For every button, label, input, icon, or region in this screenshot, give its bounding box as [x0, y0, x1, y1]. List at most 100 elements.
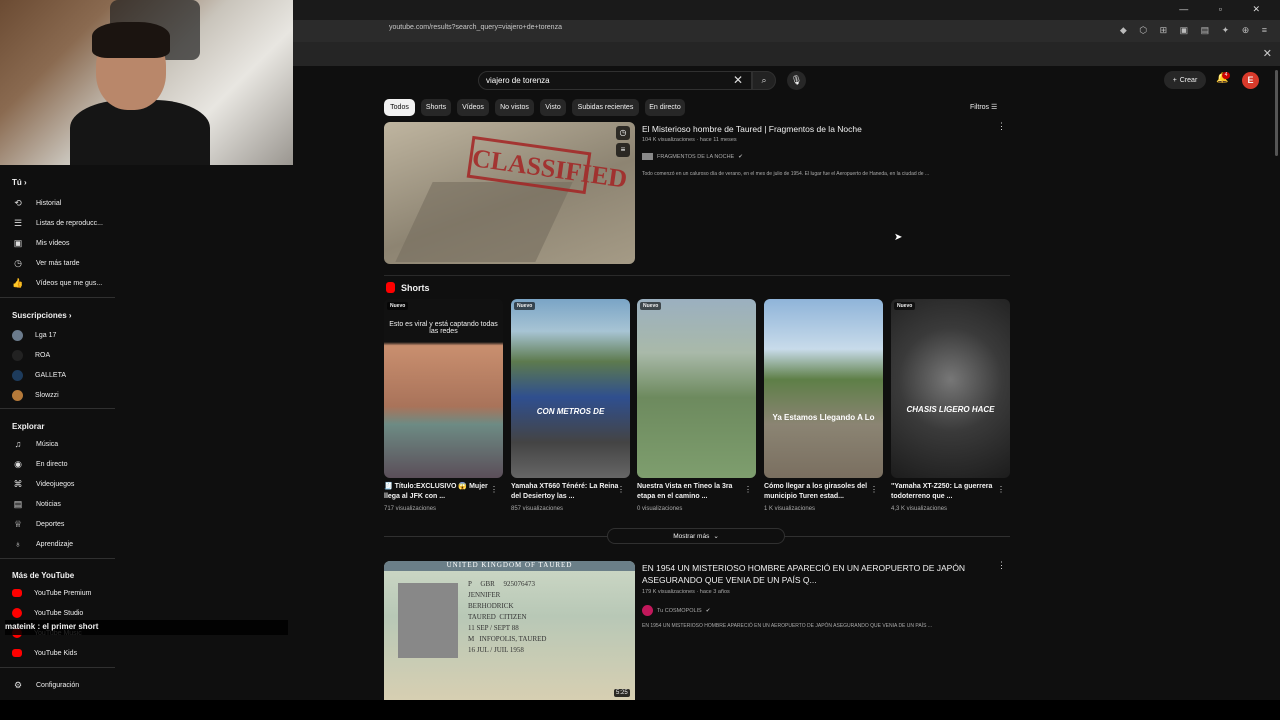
more-options-icon[interactable]: ⋮ [617, 485, 625, 494]
more-options-icon[interactable]: ⋮ [997, 560, 1006, 571]
sidebar-item-sports[interactable]: ♕ Deportes [12, 516, 112, 532]
search-input-value[interactable]: viajero de torenza [486, 76, 550, 85]
mouse-cursor: ➤ [894, 232, 903, 243]
video-thumbnail[interactable]: UNITED KINGDOM OF TAURED P GBR 925076473… [384, 561, 635, 700]
channel-avatar [642, 153, 653, 160]
search-button[interactable]: ⌕ [752, 71, 776, 90]
short-thumbnail[interactable]: Nuevo [637, 299, 756, 478]
youtube-premium-icon [12, 589, 22, 597]
url-text[interactable]: youtube.com/results?search_query=viajero… [389, 24, 562, 31]
channel-avatar [12, 389, 23, 401]
short-thumbnail[interactable]: Nuevo CON METROS DE [511, 299, 630, 478]
chip-watched[interactable]: Visto [540, 99, 566, 116]
shorts-header: Shorts [386, 282, 430, 293]
sidebar-item-playlists[interactable]: ☰ Listas de reproducc... [12, 215, 112, 231]
short-views: 0 visualizaciones [637, 506, 683, 512]
video-description: EN 1954 UN MISTERIOSO HOMBRE APARECIÓ EN… [642, 623, 932, 629]
music-icon: ♫ [14, 439, 22, 449]
short-title[interactable]: Nuestra Vista en Tineo la 3ra etapa en e… [637, 482, 745, 501]
short-views: 1 K visualizaciones [764, 506, 816, 512]
chip-live[interactable]: En directo [645, 99, 685, 116]
scrollbar[interactable] [1273, 66, 1280, 700]
chip-unwatched[interactable]: No vistos [495, 99, 534, 116]
video-title[interactable]: El Misterioso hombre de Taured | Fragmen… [642, 123, 982, 135]
chip-shorts[interactable]: Shorts [421, 99, 451, 116]
sidebar-item-music[interactable]: ♫ Música [12, 436, 112, 452]
chevron-down-icon: ⌄ [713, 533, 719, 540]
plus-icon: + [1172, 76, 1177, 84]
short-thumbnail[interactable]: Ya Estamos Llegando A Lo [764, 299, 883, 478]
gaming-icon: ⌘ [13, 478, 23, 489]
sidebar-sub-item[interactable]: ROA [12, 347, 112, 363]
more-options-icon[interactable]: ⋮ [490, 485, 498, 494]
filter-icon: ☰ [991, 104, 998, 111]
sidebar-sub-item[interactable]: GALLETA [12, 367, 112, 383]
show-more-button[interactable]: Mostrar más ⌄ [607, 528, 785, 544]
sidebar-item-live[interactable]: ◉ En directo [12, 456, 112, 472]
short-views: 4,3 K visualizaciones [891, 506, 948, 512]
window-controls[interactable]: — ▫ ✕ [1179, 4, 1274, 15]
more-options-icon[interactable]: ⋮ [744, 485, 752, 494]
close-icon[interactable]: ✕ [1263, 47, 1272, 60]
create-button[interactable]: + Crear [1164, 71, 1206, 89]
passport-photo [398, 583, 458, 658]
video-meta: 179 K visualizaciones · hace 3 años [642, 589, 730, 595]
channel-link[interactable]: FRAGMENTOS DE LA NOCHE ✔ [642, 153, 743, 160]
video-title[interactable]: EN 1954 UN MISTERIOSO HOMBRE APARECIÓ EN… [642, 562, 982, 586]
search-icon: ⌕ [761, 75, 767, 85]
microphone-button[interactable]: 🎙 [787, 71, 806, 90]
more-options-icon[interactable]: ⋮ [997, 121, 1006, 132]
sidebar-item-gaming[interactable]: ⌘ Videojuegos [12, 476, 112, 492]
more-options-icon[interactable]: ⋮ [997, 485, 1005, 494]
channel-avatar [642, 605, 653, 616]
avatar[interactable]: E [1242, 72, 1259, 89]
short-title[interactable]: "Yamaha XT-Z250: La guerrera todoterreno… [891, 482, 999, 501]
scrollbar-thumb[interactable] [1275, 70, 1278, 156]
sports-icon: ♕ [13, 518, 23, 529]
short-title[interactable]: Cómo llegar a los girasoles del municipi… [764, 482, 872, 501]
sidebar-item-settings[interactable]: ⚙ Configuración [12, 677, 112, 693]
chip-recent[interactable]: Subidas recientes [572, 99, 639, 116]
sidebar-item-learning[interactable]: ♁ Aprendizaje [12, 536, 112, 552]
history-icon: ⟲ [14, 197, 22, 208]
sidebar-item-studio[interactable]: YouTube Studio [12, 605, 112, 621]
close-icon[interactable]: ✕ [733, 73, 743, 87]
watch-later-icon[interactable]: ◷ [616, 126, 630, 140]
sidebar-item-kids[interactable]: YouTube Kids [12, 645, 112, 661]
video-thumbnail[interactable]: CLASSIFIED ◷ ≡ [384, 122, 635, 264]
short-thumbnail[interactable]: Nuevo Esto es viral y está captando toda… [384, 299, 503, 478]
chip-videos[interactable]: Vídeos [457, 99, 489, 116]
short-thumbnail[interactable]: Nuevo CHASIS LIGERO HACE [891, 299, 1010, 478]
browser-infobar [293, 42, 1280, 66]
channel-avatar [12, 369, 23, 381]
add-to-queue-icon[interactable]: ≡ [616, 143, 630, 157]
short-title[interactable]: 🧾 Título:EXCLUSIVO 😱 Mujer llega al JFK … [384, 482, 492, 501]
sidebar-item-premium[interactable]: YouTube Premium [12, 585, 112, 601]
short-views: 717 visualizaciones [384, 506, 437, 512]
extension-icons[interactable]: ◆ ⬡ ⊞ ▣ ▤ ✦ ⊕ ≡ [1120, 25, 1272, 36]
webcam-overlay [0, 0, 293, 165]
chip-all[interactable]: Todos [384, 99, 415, 116]
sidebar-more-header: Más de YouTube [12, 571, 75, 580]
sidebar-sub-item[interactable]: Slowzzi [12, 387, 112, 403]
youtube-kids-icon [12, 649, 22, 657]
sidebar-item-history[interactable]: ⟲ Historial [12, 195, 112, 211]
verified-icon: ✔ [705, 607, 711, 614]
channel-link[interactable]: Tu COSMOPOLIS ✔ [642, 605, 710, 616]
sidebar-item-watch-later[interactable]: ◷ Ver más tarde [12, 255, 112, 271]
channel-avatar [12, 349, 23, 361]
watch-later-icon: ◷ [14, 257, 22, 268]
sidebar-item-liked[interactable]: 👍 Vídeos que me gus... [12, 275, 112, 291]
short-title[interactable]: Yamaha XT660 Ténéré: La Reina del Desier… [511, 482, 619, 501]
filters-button[interactable]: Filtros ☰ [970, 103, 997, 111]
sidebar-item-news[interactable]: ▤ Noticias [12, 496, 112, 512]
video-description: Todo comenzó en un caluroso día de veran… [642, 171, 930, 177]
gear-icon: ⚙ [13, 679, 23, 690]
sidebar-sub-item[interactable]: Lga 17 [12, 327, 112, 343]
news-icon: ▤ [13, 498, 23, 509]
browser-tabstrip [293, 0, 1280, 20]
sidebar-subscriptions-header[interactable]: Suscripciones › [12, 311, 72, 320]
sidebar-you-header[interactable]: Tú › [12, 178, 27, 187]
more-options-icon[interactable]: ⋮ [870, 485, 878, 494]
sidebar-item-my-videos[interactable]: ▣ Mis vídeos [12, 235, 112, 251]
